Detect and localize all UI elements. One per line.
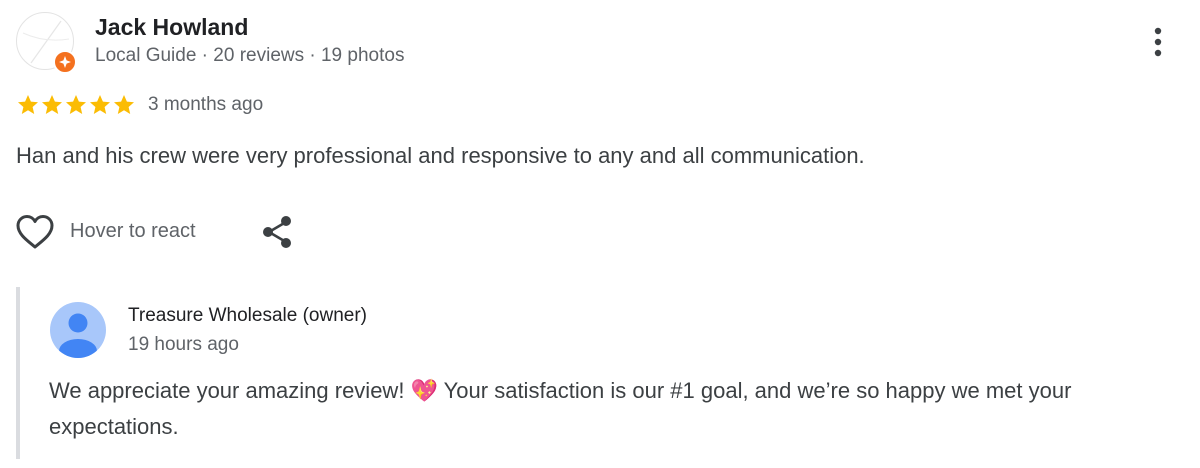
local-guide-badge-icon — [53, 50, 77, 74]
share-icon — [263, 216, 291, 248]
star-icon — [90, 95, 110, 114]
heart-outline-icon — [16, 215, 54, 249]
like-button[interactable] — [14, 212, 56, 252]
react-label: Hover to react — [70, 220, 196, 242]
reviewer-meta: Local Guide · 20 reviews · 19 photos — [95, 45, 405, 66]
review-card: Jack Howland Local Guide · 20 reviews · … — [0, 0, 1200, 468]
star-icon — [42, 95, 62, 114]
more-options-button[interactable] — [1146, 24, 1170, 60]
share-button[interactable] — [258, 212, 298, 252]
star-icon — [66, 95, 86, 114]
owner-name: Treasure Wholesale (owner) — [128, 305, 367, 326]
review-text: Han and his crew were very professional … — [16, 143, 865, 168]
review-time: 3 months ago — [148, 94, 264, 115]
reviewer-avatar[interactable] — [16, 12, 77, 74]
default-user-avatar-icon — [50, 302, 106, 358]
response-time: 19 hours ago — [128, 334, 239, 355]
star-rating — [16, 93, 136, 117]
reviewer-name[interactable]: Jack Howland — [95, 12, 248, 42]
star-icon — [18, 95, 38, 114]
more-vert-icon — [1154, 27, 1162, 57]
star-icon — [114, 95, 134, 114]
rating-row: 3 months ago — [16, 91, 263, 119]
owner-response: Treasure Wholesale (owner) 19 hours ago … — [16, 287, 1190, 459]
response-text: We appreciate your amazing review! 💖 You… — [49, 378, 1072, 439]
